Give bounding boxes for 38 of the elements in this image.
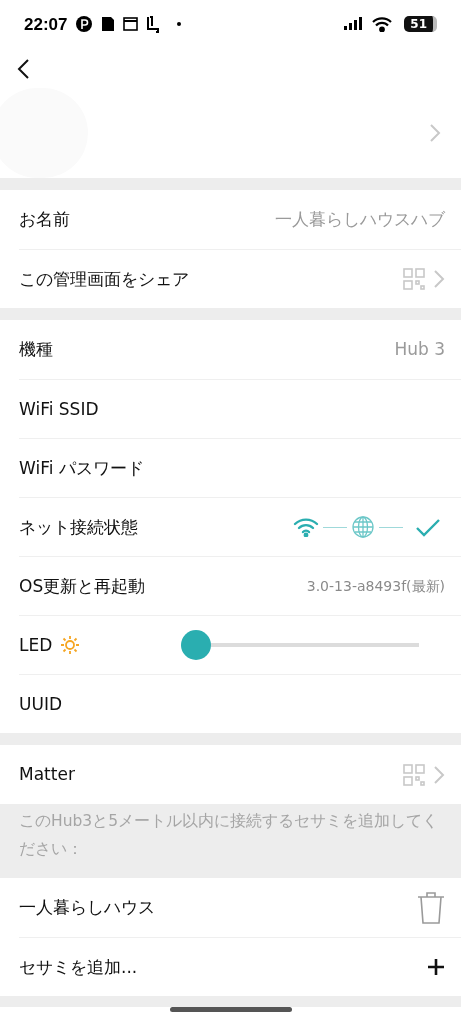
row-label: WiFi SSID <box>19 397 99 421</box>
led-slider[interactable] <box>181 630 419 661</box>
trash-icon[interactable] <box>417 890 445 925</box>
wifi-icon <box>372 16 393 32</box>
chevron-right-icon <box>433 269 445 290</box>
dot-icon <box>176 21 183 28</box>
chevron-right-icon <box>433 764 445 785</box>
row-label: セサミを追加... <box>19 955 138 979</box>
row-label: Matter <box>19 763 75 787</box>
check-icon <box>415 517 441 538</box>
row-label: この管理画面をシェア <box>19 267 189 291</box>
globe-icon <box>351 515 375 540</box>
row-label: お名前 <box>19 208 70 232</box>
back-icon[interactable] <box>16 57 30 80</box>
row-label: OS更新と再起動 <box>19 574 146 598</box>
row-label: WiFi パスワード <box>19 456 144 480</box>
battery-indicator: 51 <box>404 16 437 33</box>
row-value: Hub 3 <box>394 338 445 362</box>
row-value: 3.0-13-a8493f(最新) <box>306 576 445 596</box>
window-icon <box>123 17 139 32</box>
status-time: 22:07 <box>24 13 68 36</box>
hint-text: このHub3と5メートル以内に接続するセサミを追加してください： <box>0 804 461 867</box>
row-value: 一人暮らしハウスハブ <box>275 208 445 232</box>
chevron-right-icon <box>429 123 441 144</box>
qr-code-icon <box>403 763 425 786</box>
signal-icon <box>344 17 365 32</box>
sd-card-icon <box>101 16 116 33</box>
wifi-icon <box>293 517 319 538</box>
row-label: 機種 <box>19 338 53 362</box>
slider-thumb[interactable] <box>181 630 211 661</box>
sun-icon <box>60 635 81 656</box>
plus-icon[interactable] <box>427 958 445 977</box>
row-label: ネット接続状態 <box>19 515 138 539</box>
row-label: LED <box>19 633 53 657</box>
row-label: UUID <box>19 692 62 716</box>
qr-code-icon <box>403 268 425 291</box>
parking-icon <box>75 15 94 34</box>
row-label: 一人暮らしハウス <box>19 896 155 920</box>
